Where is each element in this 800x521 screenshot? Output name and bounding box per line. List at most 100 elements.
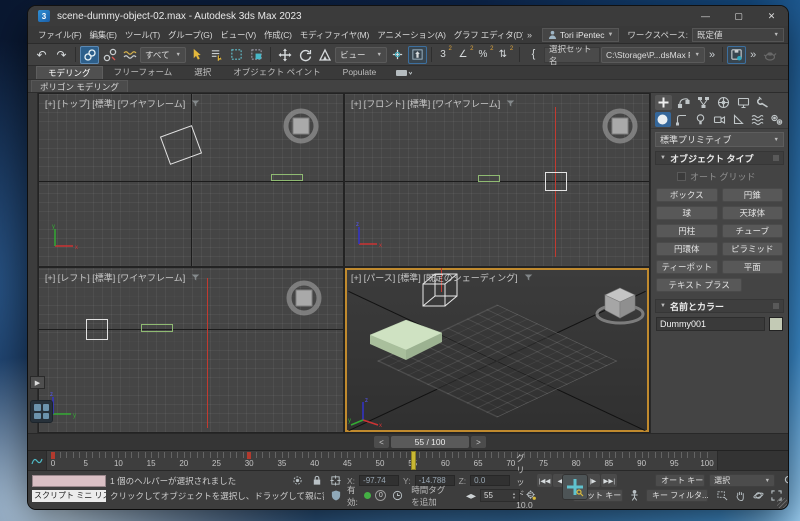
box-object-wireframe[interactable] bbox=[478, 175, 500, 182]
time-slider[interactable]: < 55 / 100 > bbox=[374, 436, 486, 448]
timeline-ruler[interactable]: 0510152025303540455055606570758085909510… bbox=[46, 451, 718, 470]
add-time-tag[interactable]: 時間タグを追加 bbox=[411, 484, 452, 508]
ribbon-tab[interactable]: 選択 bbox=[183, 66, 222, 79]
project-folder-dropdown[interactable]: C:\Storage\P...dsMax Project ▼ bbox=[601, 47, 705, 63]
filter-funnel-icon[interactable] bbox=[506, 99, 515, 108]
primitive-button[interactable]: ピラミッド bbox=[722, 242, 784, 256]
undo-button[interactable]: ↶ bbox=[32, 46, 51, 64]
zoom-button[interactable] bbox=[781, 474, 788, 487]
primitive-button[interactable]: 円柱 bbox=[656, 224, 718, 238]
primitive-button[interactable]: 円錐 bbox=[722, 188, 784, 202]
tab-hierarchy[interactable] bbox=[695, 95, 712, 110]
object-name-field[interactable]: Dummy001 bbox=[656, 317, 765, 331]
percent-snap-toggle[interactable]: % bbox=[476, 46, 495, 64]
menu-item[interactable]: グループ(G) bbox=[164, 26, 216, 44]
select-by-name-button[interactable] bbox=[207, 46, 226, 64]
viewport-top[interactable]: [+] [トップ] [標準] [ワイヤフレーム] xy bbox=[39, 94, 343, 266]
set-keys-button[interactable] bbox=[562, 474, 588, 500]
unlink-selection-button[interactable] bbox=[100, 46, 119, 64]
frame-step-arrows[interactable]: ◀▶ bbox=[466, 492, 476, 500]
titlebar[interactable]: 3 scene-dummy-object-02.max - Autodesk 3… bbox=[28, 6, 788, 26]
toolbar-overflow-chevron[interactable]: » bbox=[706, 49, 718, 61]
primitive-button[interactable]: チューブ bbox=[722, 224, 784, 238]
primitive-category-dropdown[interactable]: 標準プリミティブ ▼ bbox=[655, 132, 784, 147]
zoom-region-button[interactable] bbox=[714, 489, 730, 502]
adaptive-degradation-shield-icon[interactable] bbox=[328, 489, 343, 502]
select-and-rotate-button[interactable] bbox=[295, 46, 314, 64]
box-object-wireframe[interactable] bbox=[141, 324, 173, 332]
tab-create[interactable] bbox=[655, 95, 672, 110]
menu-overflow-chevron[interactable]: » bbox=[523, 30, 536, 40]
z-coordinate-field[interactable]: 0.0 bbox=[470, 475, 510, 486]
object-color-swatch[interactable] bbox=[769, 317, 783, 331]
polygon-modeling-panel-tab[interactable]: ポリゴン モデリング bbox=[31, 80, 128, 92]
menu-item[interactable]: アニメーション(A) bbox=[373, 26, 450, 44]
maximize-button[interactable]: ▢ bbox=[722, 6, 755, 26]
menu-item[interactable]: ツール(T) bbox=[121, 26, 164, 44]
name-color-rollout[interactable]: ▼ 名前とカラー bbox=[655, 299, 784, 313]
dummy-helper-wireframe[interactable] bbox=[545, 172, 567, 191]
spinner-snap-toggle[interactable]: ⇅ bbox=[496, 46, 515, 64]
edit-named-selection-sets-button[interactable]: { bbox=[524, 46, 543, 64]
spinner-arrows-icon[interactable]: ▲▼ bbox=[512, 492, 516, 500]
tab-utilities[interactable] bbox=[755, 95, 772, 110]
key-filters-button[interactable]: キー フィルタ... bbox=[646, 489, 708, 502]
redo-button[interactable]: ↷ bbox=[52, 46, 71, 64]
absolute-offset-mode-toggle[interactable] bbox=[328, 474, 343, 487]
category-space-warps[interactable] bbox=[749, 112, 765, 127]
bind-to-space-warp-button[interactable] bbox=[120, 46, 139, 64]
primitive-button[interactable]: 天球体 bbox=[722, 206, 784, 220]
viewcube[interactable] bbox=[600, 106, 640, 146]
ribbon-options-icon[interactable] bbox=[393, 67, 415, 79]
filter-funnel-icon[interactable] bbox=[524, 273, 533, 282]
category-lights[interactable] bbox=[693, 112, 709, 127]
ribbon-tab[interactable]: フリーフォーム bbox=[103, 66, 184, 79]
time-slider-value[interactable]: 55 / 100 bbox=[391, 436, 469, 448]
primitive-button[interactable]: テキスト プラス bbox=[656, 278, 742, 292]
auto-key-button[interactable]: オート キー bbox=[655, 474, 705, 487]
viewport-layout-icon[interactable] bbox=[30, 400, 53, 423]
dummy-helper-wireframe[interactable] bbox=[86, 319, 108, 340]
category-geometry[interactable] bbox=[655, 112, 671, 127]
ribbon-tab[interactable]: オブジェクト ペイント bbox=[222, 66, 331, 79]
tab-motion[interactable] bbox=[715, 95, 732, 110]
mini-curve-editor-button[interactable] bbox=[28, 451, 46, 470]
reference-coordinate-system-dropdown[interactable]: ビュー ▼ bbox=[335, 47, 387, 63]
menu-item[interactable]: 作成(C) bbox=[260, 26, 296, 44]
selection-filter-dropdown[interactable]: すべて ▼ bbox=[140, 47, 186, 63]
tab-display[interactable] bbox=[735, 95, 752, 110]
selection-lock-toggle[interactable] bbox=[309, 474, 324, 487]
key-mode-figure-icon[interactable] bbox=[627, 489, 642, 502]
save-file-button[interactable] bbox=[727, 46, 746, 64]
keyframe-marker[interactable] bbox=[247, 452, 251, 459]
viewport-perspective[interactable]: [+] [パース] [標準] [既定のシェーディング] bbox=[345, 268, 649, 432]
viewport-left-label[interactable]: [+] [レフト] [標準] [ワイヤフレーム] bbox=[45, 271, 200, 284]
menu-item[interactable]: グラフ エディタ(D) bbox=[450, 26, 523, 44]
menu-item[interactable]: ビュー(V) bbox=[216, 26, 260, 44]
timeline-playhead[interactable] bbox=[411, 451, 416, 470]
ribbon-tab[interactable]: モデリング bbox=[36, 66, 103, 79]
use-pivot-point-center-button[interactable] bbox=[408, 46, 427, 64]
snap-toggle-3d[interactable]: 3 bbox=[436, 46, 455, 64]
menu-item[interactable]: 編集(E) bbox=[85, 26, 120, 44]
user-account-menu[interactable]: Tori iPentec ▼ bbox=[542, 28, 619, 42]
primitive-button[interactable]: 平面 bbox=[722, 260, 784, 274]
next-frame-arrow[interactable]: > bbox=[471, 436, 486, 448]
resize-grip[interactable] bbox=[777, 498, 787, 508]
select-and-link-button[interactable] bbox=[80, 46, 99, 64]
viewcube[interactable] bbox=[284, 278, 324, 318]
time-configuration-icon[interactable] bbox=[390, 489, 405, 502]
menu-item[interactable]: モディファイヤ(M) bbox=[296, 26, 373, 44]
render-button[interactable] bbox=[760, 46, 779, 64]
object-type-rollout[interactable]: ▼ オブジェクト タイプ bbox=[655, 151, 784, 165]
category-systems[interactable] bbox=[768, 112, 784, 127]
select-and-place-button[interactable] bbox=[388, 46, 407, 64]
go-to-end-button[interactable]: ▶▶| bbox=[601, 474, 617, 487]
macro-recorder-pane[interactable] bbox=[32, 475, 106, 487]
tab-modify[interactable] bbox=[675, 95, 692, 110]
pan-view-button[interactable] bbox=[732, 489, 748, 502]
primitive-button[interactable]: 円環体 bbox=[656, 242, 718, 256]
workspace-dropdown[interactable]: 既定値 ▼ bbox=[692, 28, 784, 42]
isolate-selection-toggle[interactable] bbox=[290, 474, 305, 487]
select-and-scale-button[interactable] bbox=[315, 46, 334, 64]
